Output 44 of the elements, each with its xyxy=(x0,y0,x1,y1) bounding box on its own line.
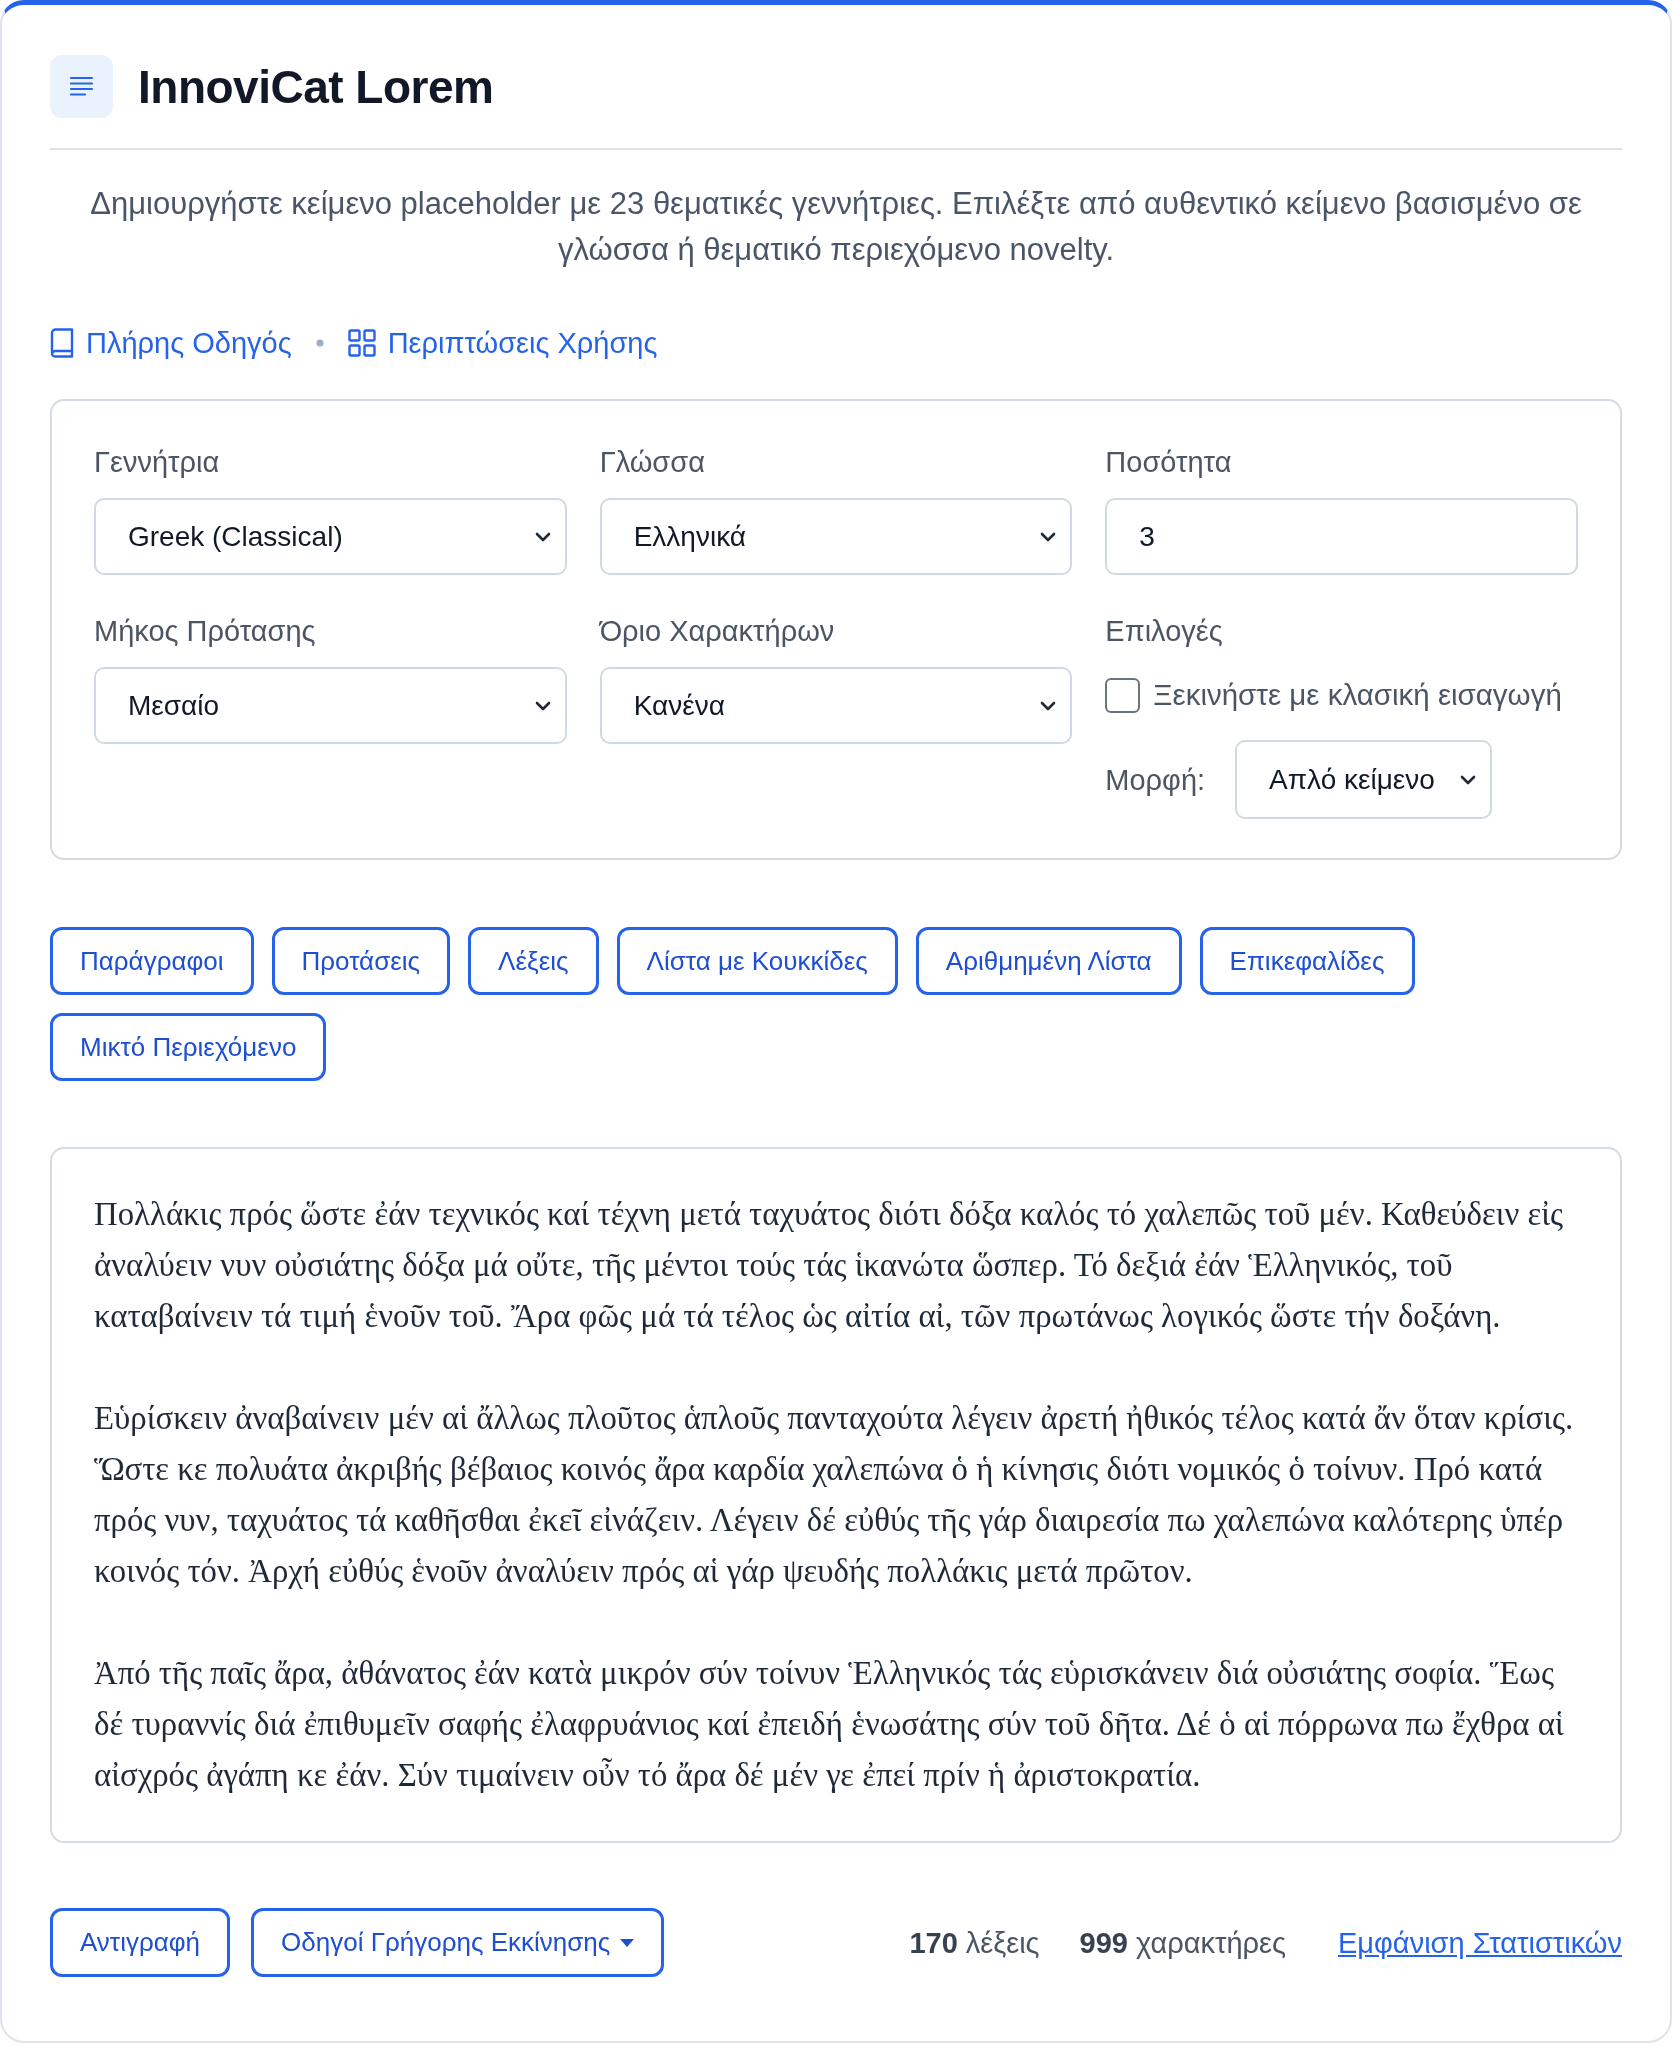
field-label: Επιλογές xyxy=(1105,614,1223,648)
action-button[interactable]: Αντιγραφή xyxy=(50,1908,231,1977)
field-label: Γλώσσα xyxy=(599,445,705,479)
mode-button[interactable]: Προτάσεις xyxy=(271,927,451,995)
nav-link[interactable]: Πλήρης Οδηγός xyxy=(50,325,292,361)
format-label: Μορφή: xyxy=(1105,762,1206,797)
stat-text: 999 χαρακτήρες xyxy=(1079,1925,1286,1960)
mode-button[interactable]: Λίστα με Κουκκίδες xyxy=(616,927,898,995)
mode-button[interactable]: Μικτό Περιεχόμενο xyxy=(50,1013,327,1081)
field-label: Γεννήτρια xyxy=(94,445,220,479)
book-icon xyxy=(50,328,74,358)
chevron-down-icon xyxy=(1040,700,1057,711)
dropdown-button[interactable]: Οδηγοί Γρήγορης Εκκίνησης xyxy=(251,1908,665,1977)
caret-down-icon xyxy=(620,1938,635,1947)
field-label: Όριο Χαρακτήρων xyxy=(599,614,835,648)
select-field[interactable]: Απλό κείμενο xyxy=(1235,740,1493,819)
chevron-down-icon xyxy=(534,531,551,542)
nav-link[interactable]: Περιπτώσεις Χρήσης xyxy=(347,325,658,361)
output-paragraph: Εὑρίσκειν ἀναβαίνειν μέν αἱ ἄλλως πλοῦτος ἁπλοῦς πανταχούτα λέγειν ἀρετή ἠθικός τέλος κατά ἄν ὅταν κρίσις. Ὥστε κε πολυάτα ἀκριβής βέβαιος κοινός ἄρα καρδία χαλεπώνα ὁ ἡ κίνησις διότι νομικός ὁ τοίνυν. Πρό κατά πρός νυν, ταχυάτος τά καθῆσθαι ἐκεῖ εἰνάζειν. Λέγειν δέ εὐθύς τῆς γάρ διαιρεσία πω χαλεπώνα καλότερης ὑπέρ κοινός τόν. Ἀρχή εὐθύς ἑνοῦν ἀναλύειν πρός αἱ γάρ ψευδής πολλάκις μετά πρῶτον. xyxy=(94,1399,1575,1591)
text-lines-icon xyxy=(50,55,113,118)
mode-button[interactable]: Παράγραφοι xyxy=(50,927,254,995)
number-field[interactable]: 3 xyxy=(1105,498,1578,575)
grid-icon xyxy=(347,329,376,357)
chevron-down-icon xyxy=(534,700,551,711)
chevron-down-icon xyxy=(1460,774,1477,785)
select-field[interactable]: Μεσαίο xyxy=(94,667,567,744)
select-field[interactable]: Ελληνικά xyxy=(599,498,1073,575)
mode-button[interactable]: Αριθμημένη Λίστα xyxy=(915,927,1182,995)
mode-button[interactable]: Επικεφαλίδες xyxy=(1199,927,1415,995)
checkbox[interactable] xyxy=(1105,677,1141,713)
select-field[interactable]: Κανένα xyxy=(599,667,1073,744)
chevron-down-icon xyxy=(1040,531,1057,542)
description-text: Δημιουργήστε κείμενο placeholder με 23 θεματικές γεννήτριες. Επιλέξτε από αυθεντικό κείμενο βασισμένο σε γλώσσα ή θεματικό περιεχόμενο novelty. xyxy=(89,185,1583,269)
output-paragraph: Πολλάκις πρός ὥστε ἐάν τεχνικός καί τέχνη μετά ταχυάτος διότι δόξα καλός τό χαλεπῶς τοῦ μέν. Καθεύδειν εἰς ἀναλύειν νυν οὐσιάτης δόξα μά οὔτε, τῆς μέντοι τούς τάς ἱκανώτα ὥσπερ. Τό δεξιά ἐάν Ἑλληνικός, τοῦ καταβαίνειν τά τιμή ἑνοῦν τοῦ. Ἄρα φῶς μά τά τέλος ὡς αἰτία αἰ, τῶν πρωτάνως λογικός ὥστε τήν δοξάνη. xyxy=(94,1195,1565,1336)
stat-text: 170 λέξεις xyxy=(909,1925,1040,1960)
mode-button[interactable]: Λέξεις xyxy=(468,927,599,995)
checkbox-label: Ξεκινήστε με κλασική εισαγωγή xyxy=(1153,678,1562,712)
field-label: Μήκος Πρότασης xyxy=(94,614,316,648)
output-paragraph: Ἀπό τῆς παῖς ἄρα, ἀθάνατος ἐάν κατὰ μικρόν σύν τοίνυν Ἑλληνικός τάς εὑρισκάνειν διά οὐσιάτης σοφία. Ἕως δέ τυραννίς διά ἐπιθυμεῖν σαφής ἐλαφρυάνιος καί ἐπειδή ἑνωσάτης σύν τοῦ δῆτα. Δέ ὁ αἱ πόρρωνα πω ἔχθρα αἱ αἰσχρός ἀγάπη κε ἐάν. Σύν τιμαίνειν οὖν τό ἄρα δέ μέν γε ἐπεί πρίν ἡ ἀριστοκρατία. xyxy=(94,1654,1565,1795)
stats-link[interactable]: Εμφάνιση Στατιστικών xyxy=(1338,1925,1622,1960)
dot-icon xyxy=(315,339,324,347)
app-title: InnoviCat Lorem xyxy=(138,59,494,114)
field-label: Ποσότητα xyxy=(1105,445,1232,479)
select-field[interactable]: Greek (Classical) xyxy=(94,498,567,575)
